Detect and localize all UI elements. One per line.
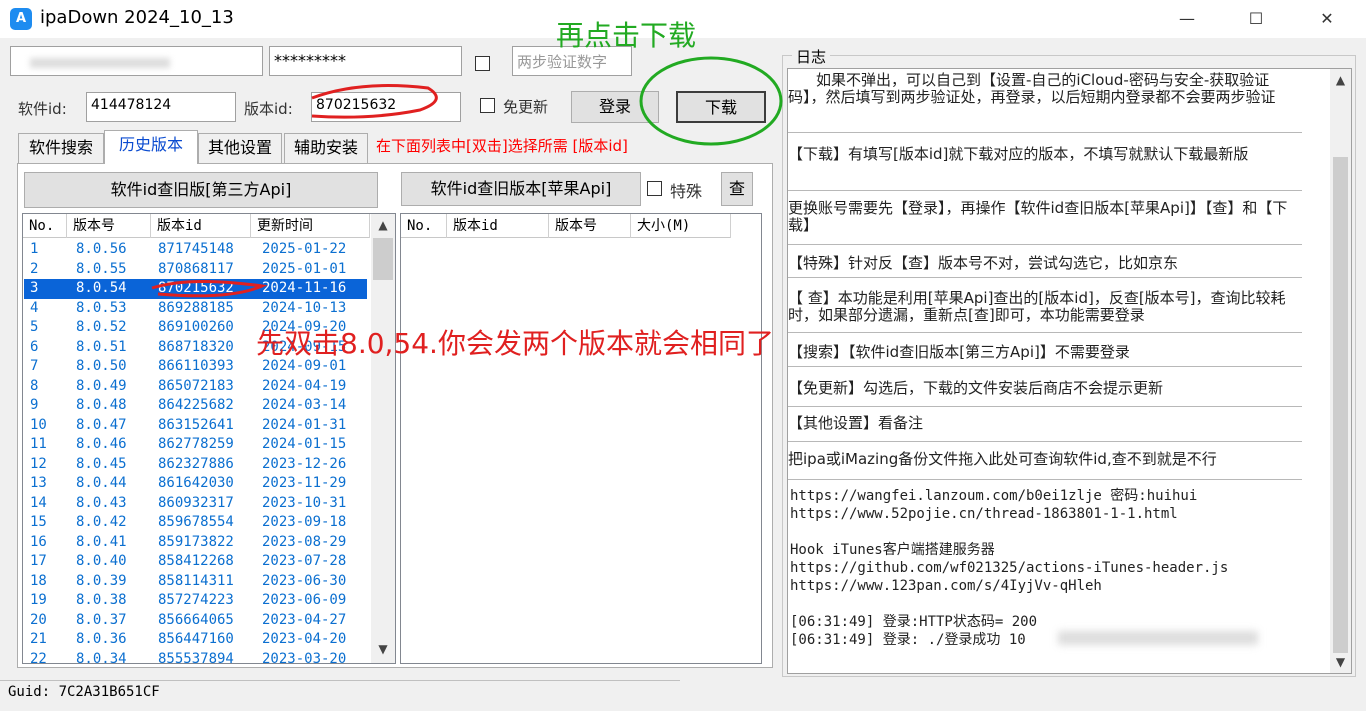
red-circle-row <box>151 279 268 298</box>
annotation-red-text: 先双击8.0,54.你会发两个版本就会相同了 <box>256 327 774 360</box>
tab-history-versions[interactable]: 历史版本 <box>104 130 198 164</box>
red-circle-version-id <box>311 84 438 119</box>
green-circle <box>639 56 783 146</box>
